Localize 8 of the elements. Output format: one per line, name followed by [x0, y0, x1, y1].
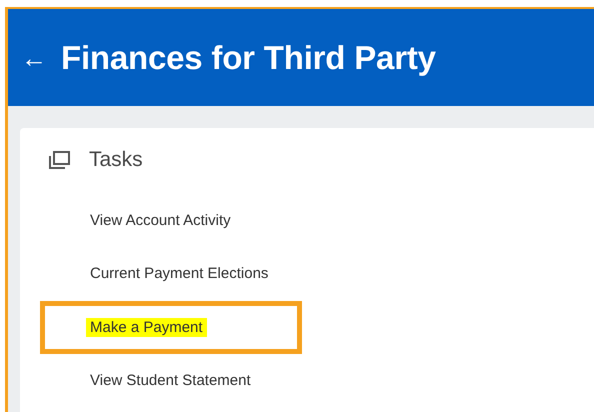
task-link[interactable]: Current Payment Elections [90, 265, 268, 282]
card-title: Tasks [89, 148, 143, 172]
stacked-windows-icon [48, 150, 70, 170]
page-title: Finances for Third Party [61, 38, 436, 76]
task-link[interactable]: View Student Statement [90, 372, 251, 390]
back-arrow-icon[interactable]: ← [21, 44, 43, 70]
task-link[interactable]: Make a Payment [86, 318, 207, 337]
task-link[interactable]: View Account Activity [90, 212, 231, 230]
